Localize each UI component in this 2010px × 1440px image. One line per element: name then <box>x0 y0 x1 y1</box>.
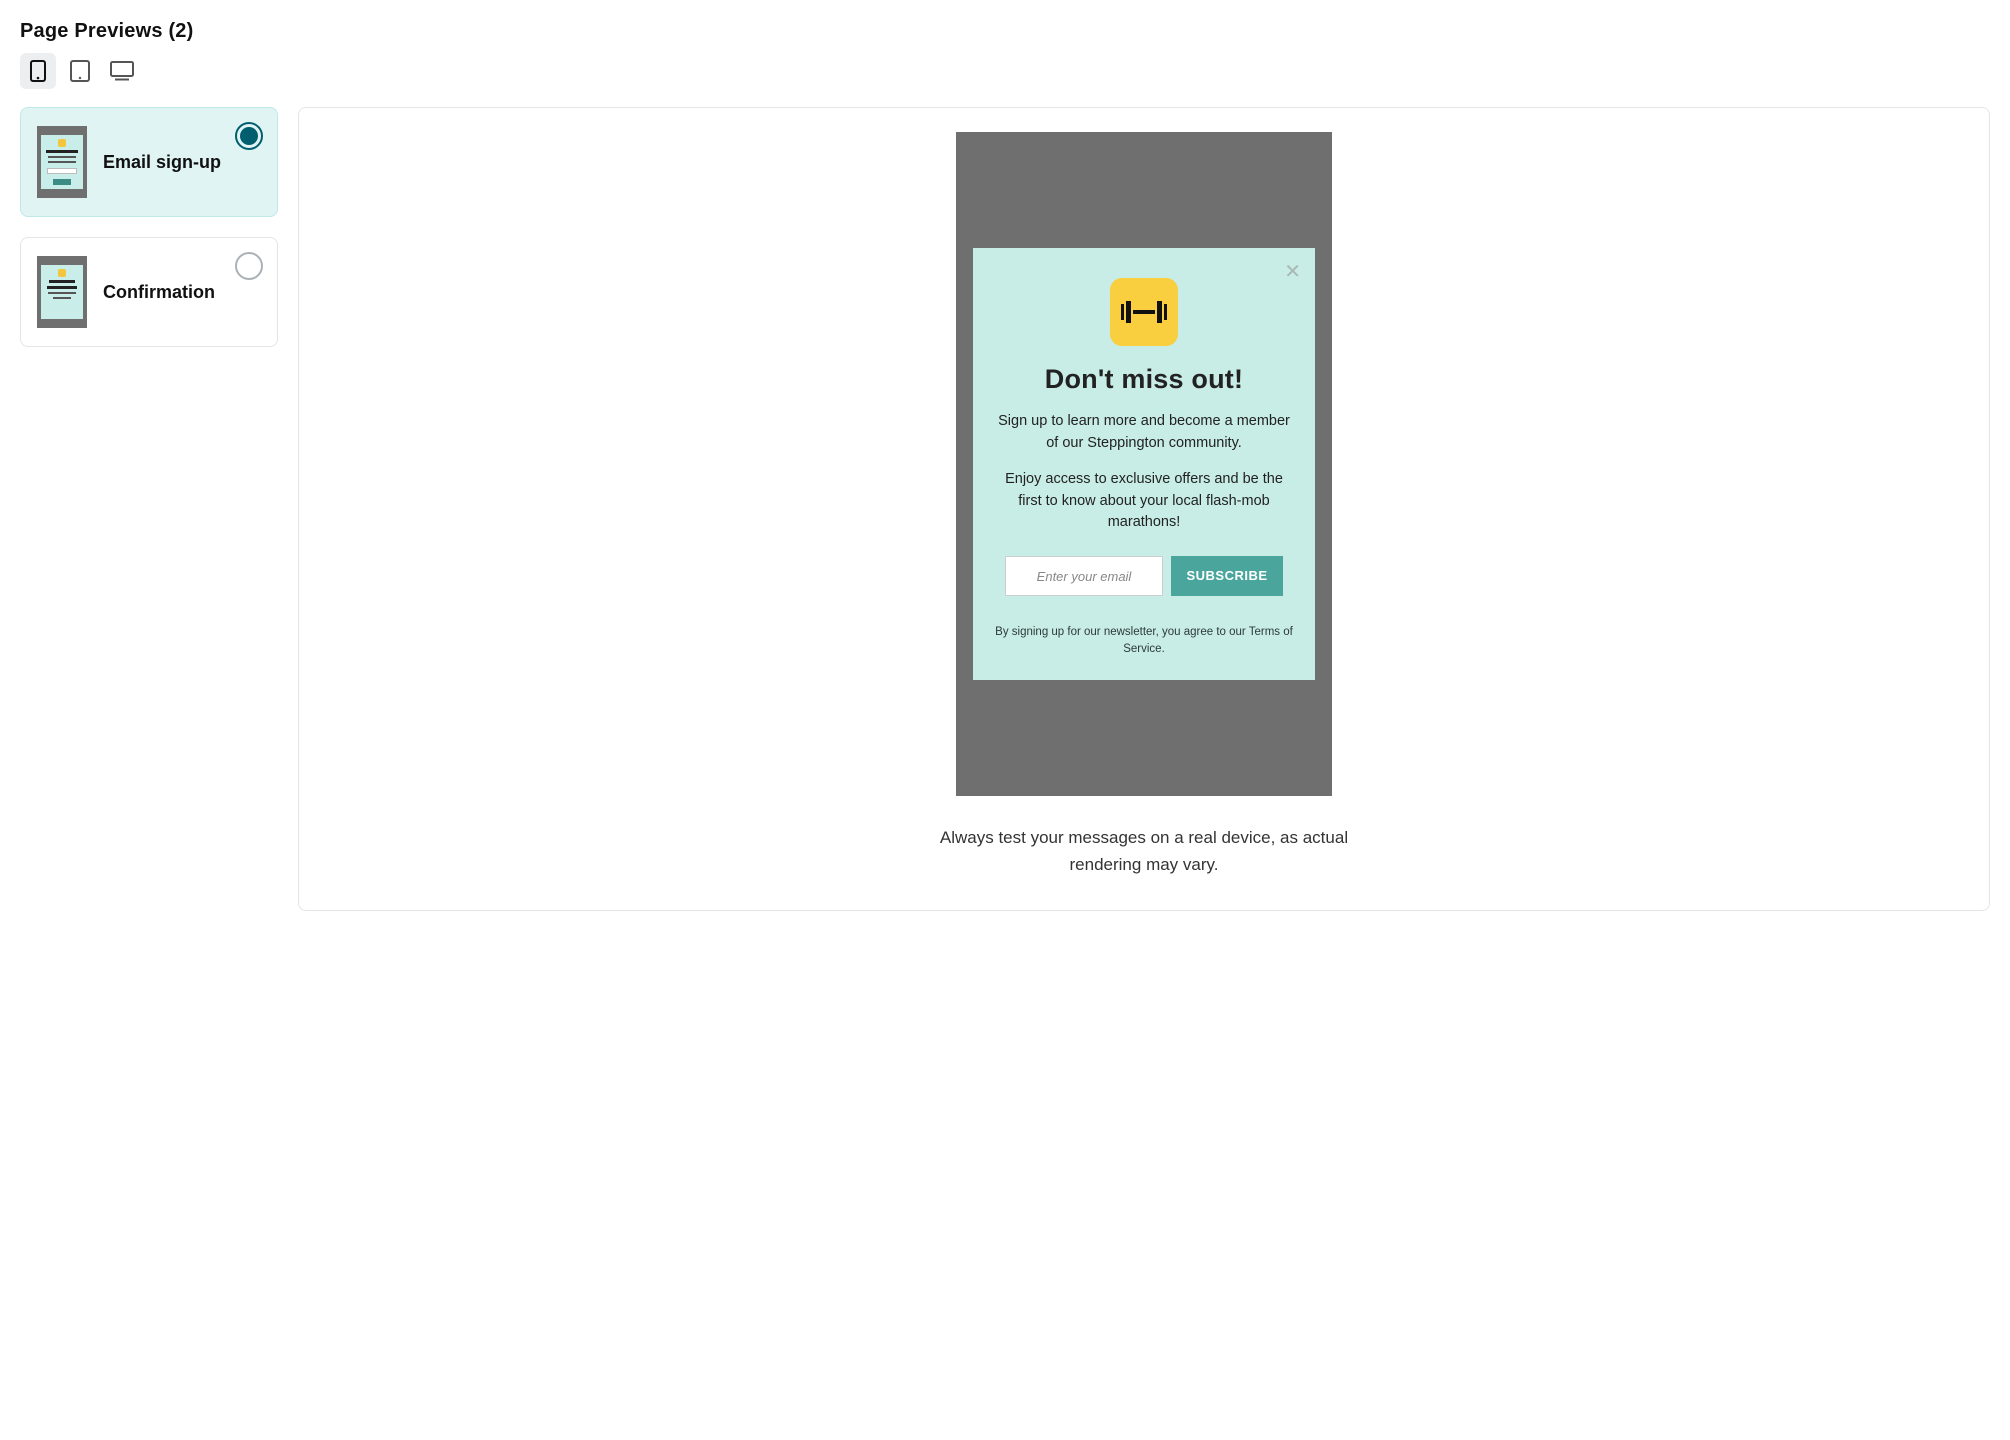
modal-paragraph-1: Sign up to learn more and become a membe… <box>995 411 1293 455</box>
page-title: Page Previews (2) <box>20 20 1990 43</box>
device-toggle <box>20 53 1990 89</box>
device-tablet-button[interactable] <box>62 53 98 89</box>
page-thumbnail <box>37 126 87 198</box>
close-icon[interactable]: ✕ <box>1284 262 1301 282</box>
preview-footnote: Always test your messages on a real devi… <box>934 824 1354 878</box>
device-frame: ✕ Don't miss out! Sign up to learn more … <box>956 132 1332 796</box>
fine-print: By signing up for our newsletter, you ag… <box>995 624 1293 657</box>
page-card-label: Confirmation <box>103 281 261 304</box>
signup-row: Enter your email SUBSCRIBE <box>995 556 1293 596</box>
page-radio[interactable] <box>235 252 263 280</box>
email-input[interactable]: Enter your email <box>1005 556 1163 596</box>
phone-icon <box>30 60 46 82</box>
device-desktop-button[interactable] <box>104 53 140 89</box>
preview-panel: ✕ Don't miss out! Sign up to learn more … <box>298 107 1990 911</box>
tablet-icon <box>70 60 90 82</box>
subscribe-button[interactable]: SUBSCRIBE <box>1171 556 1283 596</box>
device-phone-button[interactable] <box>20 53 56 89</box>
dumbbell-icon <box>1121 300 1167 324</box>
modal-heading: Don't miss out! <box>995 364 1293 395</box>
signup-modal: ✕ Don't miss out! Sign up to learn more … <box>973 248 1315 679</box>
modal-paragraph-2: Enjoy access to exclusive offers and be … <box>995 469 1293 534</box>
page-card-email-signup[interactable]: Email sign-up <box>20 107 278 217</box>
desktop-icon <box>110 61 134 81</box>
app-icon <box>1110 278 1178 346</box>
page-list: Email sign-up Confirmation <box>20 107 278 347</box>
page-card-confirmation[interactable]: Confirmation <box>20 237 278 347</box>
page-thumbnail <box>37 256 87 328</box>
page-radio-selected[interactable] <box>235 122 263 150</box>
page-card-label: Email sign-up <box>103 151 261 174</box>
